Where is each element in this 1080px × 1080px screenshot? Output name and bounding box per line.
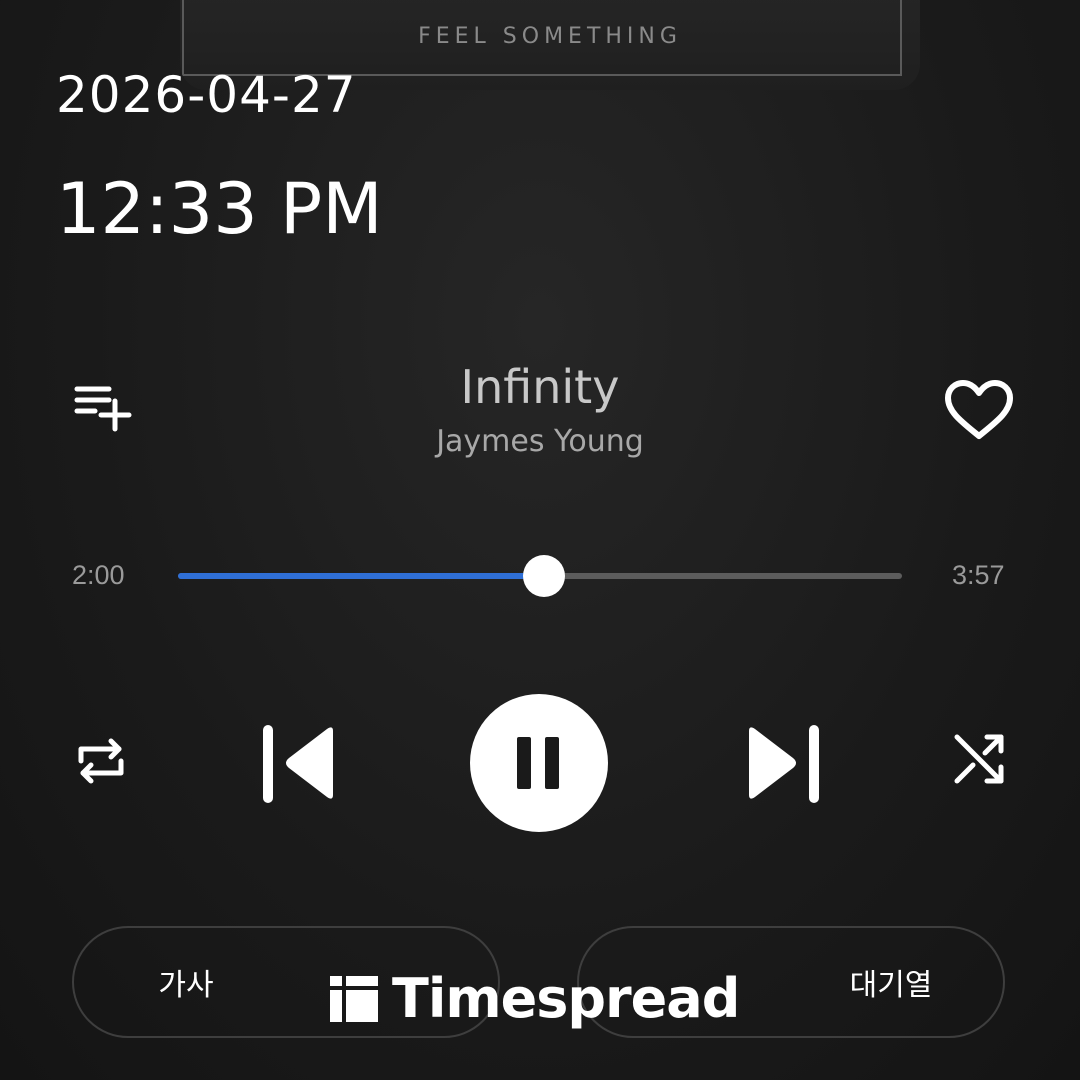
pause-button[interactable] bbox=[470, 694, 608, 832]
progress-slider[interactable] bbox=[178, 555, 902, 597]
album-art-text: FEEL SOMETHING bbox=[418, 24, 682, 49]
pause-icon bbox=[517, 737, 559, 789]
like-button[interactable] bbox=[936, 372, 1022, 448]
lyrics-label: 가사 bbox=[158, 968, 214, 1003]
track-artist[interactable]: Jaymes Young bbox=[290, 424, 790, 459]
heart-outline-icon bbox=[945, 380, 1013, 439]
track-title: Infinity bbox=[460, 360, 620, 414]
timespread-logo-icon bbox=[330, 976, 378, 1022]
next-button[interactable] bbox=[732, 718, 832, 808]
time-label: 12:33 PM bbox=[56, 168, 383, 250]
repeat-button[interactable] bbox=[66, 726, 136, 796]
playlist-add-icon bbox=[74, 386, 132, 432]
date-label: 2026-04-27 bbox=[56, 66, 357, 124]
queue-label: 대기열 bbox=[849, 968, 933, 1003]
skip-previous-icon bbox=[263, 725, 333, 803]
add-to-playlist-button[interactable] bbox=[64, 378, 140, 438]
previous-button[interactable] bbox=[250, 718, 350, 808]
watermark: Timespread bbox=[330, 966, 740, 1030]
progress-fill bbox=[178, 573, 545, 579]
repeat-icon bbox=[78, 738, 124, 784]
watermark-text: Timespread bbox=[392, 966, 740, 1030]
total-time: 3:57 bbox=[952, 560, 1005, 590]
progress-thumb[interactable] bbox=[523, 555, 566, 597]
shuffle-button[interactable] bbox=[944, 724, 1016, 796]
skip-next-icon bbox=[749, 725, 819, 803]
shuffle-icon bbox=[954, 734, 1004, 784]
elapsed-time: 2:00 bbox=[72, 560, 125, 590]
